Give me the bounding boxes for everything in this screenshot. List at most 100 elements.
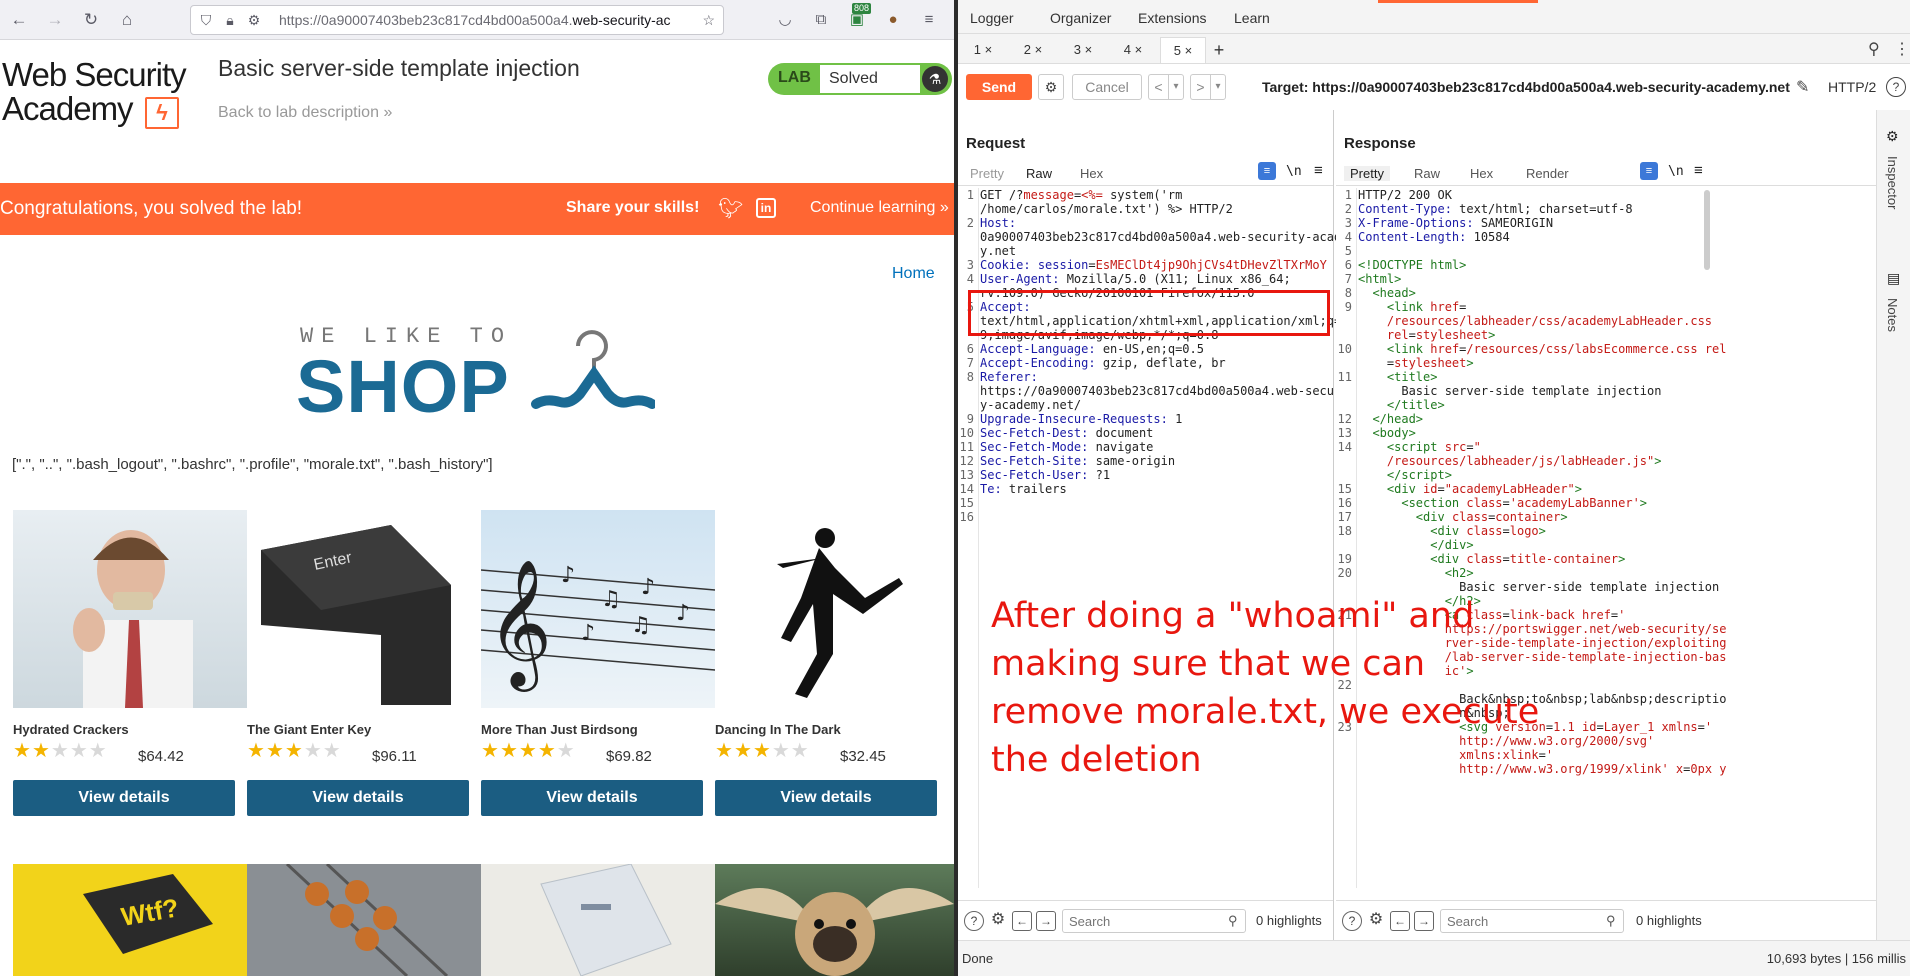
next-match-icon[interactable]: → [1414, 911, 1434, 931]
star-icon: ★ [537, 740, 557, 762]
next-match-icon[interactable]: → [1036, 911, 1056, 931]
inspector-tab[interactable]: Inspector [1885, 156, 1900, 209]
repeater-tab[interactable]: 3 × [1060, 37, 1106, 63]
tab-raw[interactable]: Raw [1414, 166, 1440, 181]
product-image[interactable]: Wtf? [13, 864, 247, 976]
newline-toggle[interactable]: \n [1668, 164, 1684, 179]
tab-learn[interactable]: Learn [1234, 10, 1270, 26]
code-line: <head> [1372, 286, 1416, 300]
product-image[interactable]: 𝄞 ♪ ♫ ♪ ♪ ♫ ♪ [481, 510, 715, 708]
view-details-button[interactable]: View details [247, 780, 469, 816]
linkedin-icon[interactable]: in [756, 198, 776, 218]
star-icon[interactable]: ☆ [702, 6, 715, 34]
tab-hex[interactable]: Hex [1470, 166, 1493, 181]
response-highlights-count: 0 highlights [1636, 913, 1702, 928]
solved-message: Congratulations, you solved the lab! [0, 198, 303, 219]
back-to-description-link[interactable]: Back to lab description » [218, 104, 392, 122]
settings-gear-icon[interactable]: ⚙ [1038, 74, 1064, 100]
tab-logger[interactable]: Logger [970, 10, 1014, 26]
repeater-tab[interactable]: 5 × [1160, 37, 1206, 63]
code-line: Content-Length: 10584 [1358, 230, 1510, 244]
protocol-label[interactable]: HTTP/2 [1828, 79, 1876, 95]
previous-match-icon[interactable]: ← [1012, 911, 1032, 931]
wrap-lines-icon[interactable]: ≡ [1258, 162, 1276, 180]
help-icon[interactable]: ? [964, 911, 984, 931]
permissions-icon[interactable]: ⚙ [245, 6, 263, 34]
back-icon[interactable]: ← [8, 9, 30, 31]
menu-icon[interactable]: ≡ [1694, 162, 1703, 179]
tab-organizer[interactable]: Organizer [1050, 10, 1111, 26]
tab-hex[interactable]: Hex [1080, 166, 1103, 181]
product-image[interactable] [715, 510, 949, 708]
more-icon[interactable]: ⋮ [1894, 39, 1910, 59]
notes-icon[interactable]: ▤ [1887, 270, 1900, 287]
hanger-icon [531, 330, 655, 409]
help-icon[interactable]: ? [1886, 77, 1906, 97]
code-line: Host: [980, 216, 1017, 230]
pocket-icon[interactable]: ◡ [774, 9, 796, 31]
view-details-button[interactable]: View details [13, 780, 235, 816]
settings-gear-icon[interactable]: ⚙ [1366, 911, 1386, 931]
reload-icon[interactable]: ↻ [80, 9, 102, 31]
code-line: /resources/labheader/js/labHeader.js"> [1386, 454, 1662, 468]
search-icon[interactable]: ⚲ [1868, 39, 1880, 59]
back-button[interactable]: < [1148, 74, 1168, 100]
forward-history-dropdown[interactable]: ▾ [1210, 74, 1226, 100]
repeater-tab[interactable]: 4 × [1110, 37, 1156, 63]
tab-render[interactable]: Render [1526, 166, 1569, 181]
inspector-icon[interactable]: ⚙ [1886, 128, 1899, 145]
forward-icon[interactable]: → [44, 9, 66, 31]
settings-gear-icon[interactable]: ⚙ [988, 911, 1008, 931]
forward-button[interactable]: > [1190, 74, 1210, 100]
extension-badge: 808 [852, 3, 872, 14]
notes-tab[interactable]: Notes [1885, 298, 1900, 332]
star-icon: ★ [752, 740, 772, 762]
back-history-dropdown[interactable]: ▾ [1168, 74, 1184, 100]
continue-learning-link[interactable]: Continue learning » [810, 199, 949, 217]
scrollbar[interactable] [1704, 190, 1710, 270]
tab-pretty[interactable]: Pretty [970, 166, 1004, 181]
star-icon: ★ [733, 740, 753, 762]
view-details-button[interactable]: View details [715, 780, 937, 816]
send-button[interactable]: Send [966, 74, 1032, 100]
code-line: GET /?message=<%= system('rm [980, 188, 1183, 202]
view-details-button[interactable]: View details [481, 780, 703, 816]
star-icon: ★ [518, 740, 538, 762]
product-image[interactable] [715, 864, 954, 976]
repeater-tab[interactable]: 1 × [960, 37, 1006, 63]
star-icon: ★ [265, 740, 285, 762]
product-image[interactable] [13, 510, 247, 708]
menu-icon[interactable]: ≡ [1314, 162, 1323, 179]
wrap-lines-icon[interactable]: ≡ [1640, 162, 1658, 180]
repeater-tab[interactable]: 2 × [1010, 37, 1056, 63]
menu-icon[interactable]: ≡ [918, 9, 940, 31]
tab-raw[interactable]: Raw [1026, 166, 1052, 181]
twitter-icon[interactable]: 🐦︎ [718, 196, 743, 221]
help-icon[interactable]: ? [1342, 911, 1362, 931]
line-number: 9 [1344, 300, 1352, 314]
home-link[interactable]: Home [892, 265, 935, 283]
newline-toggle[interactable]: \n [1286, 164, 1302, 179]
edit-target-icon[interactable]: ✎ [1796, 77, 1809, 97]
product-image[interactable] [247, 864, 481, 976]
tab-pretty[interactable]: Pretty [1344, 166, 1390, 181]
line-number: 8 [966, 370, 974, 384]
code-line: </title> [1386, 398, 1445, 412]
previous-match-icon[interactable]: ← [1390, 911, 1410, 931]
cookie-icon[interactable]: ● [882, 9, 904, 31]
shield-icon[interactable]: ⛉ [197, 6, 215, 34]
product-image[interactable]: Enter [247, 510, 481, 708]
home-icon[interactable]: ⌂ [116, 9, 138, 31]
cancel-button[interactable]: Cancel [1072, 74, 1142, 100]
request-search-input[interactable] [1062, 909, 1246, 933]
url-bar[interactable]: ⛉ 🔒︎ ⚙ https://0a90007403beb23c817cd4bd00a… [190, 5, 724, 35]
line-number: 14 [1337, 440, 1352, 454]
product-image[interactable] [481, 864, 715, 976]
add-tab-button[interactable]: + [1208, 37, 1230, 63]
extensions-icon[interactable]: ⧉ [810, 9, 832, 31]
tab-extensions[interactable]: Extensions [1138, 10, 1206, 26]
lock-icon[interactable]: 🔒︎ [221, 6, 239, 34]
code-line: 0a90007403beb23c817cd4bd00a500a4.web-sec… [980, 230, 1356, 244]
academy-logo-line2: Academy [2, 90, 134, 127]
response-search-input[interactable] [1440, 909, 1624, 933]
